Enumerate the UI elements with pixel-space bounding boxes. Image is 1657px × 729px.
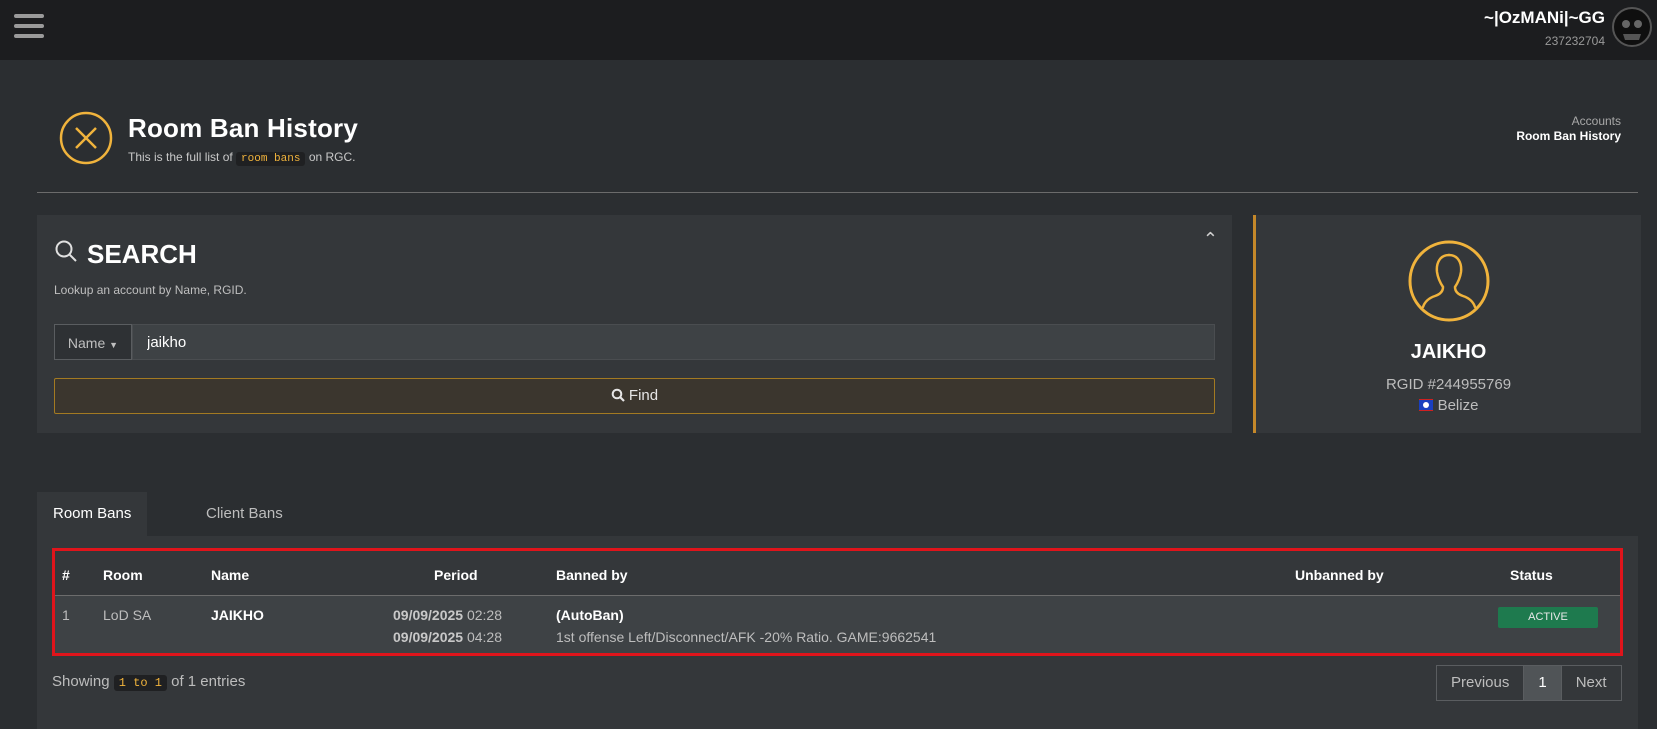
col-header-period[interactable]: Period xyxy=(434,567,478,583)
table-row[interactable]: 1 LoD SA JAIKHO 09/09/2025 02:28 09/09/2… xyxy=(55,596,1620,653)
search-description: Lookup an account by Name, RGID. xyxy=(54,283,247,297)
menu-icon[interactable] xyxy=(14,14,44,42)
row-number: 1 xyxy=(62,607,70,623)
belize-flag-icon xyxy=(1418,399,1433,411)
col-header-number[interactable]: # xyxy=(62,567,70,583)
page-1-button[interactable]: 1 xyxy=(1523,666,1562,700)
next-button[interactable]: Next xyxy=(1562,666,1621,700)
row-banned-by: (AutoBan) xyxy=(556,607,624,623)
user-id: 237232704 xyxy=(1544,34,1605,48)
row-period-end: 09/09/2025 04:28 xyxy=(393,629,502,645)
profile-country: Belize xyxy=(1256,397,1641,414)
subtitle-code: room bans xyxy=(236,152,306,166)
showing-suffix: of 1 entries xyxy=(171,673,246,690)
start-date: 09/09/2025 xyxy=(393,607,464,623)
username: ~|OzMANi|~GG xyxy=(1484,8,1605,27)
breadcrumb-accounts[interactable]: Accounts xyxy=(1516,114,1621,129)
ban-circle-x-icon xyxy=(59,111,113,165)
caret-down-icon: ▼ xyxy=(109,340,119,350)
search-panel: SEARCH ⌃ Lookup an account by Name, RGID… xyxy=(37,215,1232,433)
page-title: Room Ban History xyxy=(128,113,359,143)
col-header-name[interactable]: Name xyxy=(211,567,249,583)
profile-card: JAIKHO RGID #244955769 Belize xyxy=(1253,215,1641,433)
profile-name: JAIKHO xyxy=(1410,341,1487,363)
ban-table: # Room Name Period Banned by Unbanned by… xyxy=(52,548,1623,656)
search-type-label: Name xyxy=(67,335,106,351)
entries-info: Showing 1 to 1 of 1 entries xyxy=(52,673,246,691)
search-type-dropdown[interactable]: Name ▼ xyxy=(54,324,132,360)
divider xyxy=(37,192,1638,193)
col-header-status[interactable]: Status xyxy=(1510,567,1553,583)
col-header-room[interactable]: Room xyxy=(103,567,143,583)
subtitle-suffix: on RGC. xyxy=(308,150,356,164)
search-icon xyxy=(55,240,77,262)
top-bar: ~|OzMANi|~GG 237232704 xyxy=(0,0,1657,60)
row-period-start: 09/09/2025 02:28 xyxy=(393,607,502,623)
country-name: Belize xyxy=(1437,397,1479,414)
tab-client-bans[interactable]: Client Bans xyxy=(190,492,299,536)
start-time: 02:28 xyxy=(466,607,503,623)
end-date: 09/09/2025 xyxy=(393,629,464,645)
status-badge: ACTIVE xyxy=(1498,607,1598,628)
chevron-up-icon[interactable]: ⌃ xyxy=(1203,229,1218,250)
profile-rgid: RGID #244955769 xyxy=(1385,376,1512,393)
table-panel: # Room Name Period Banned by Unbanned by… xyxy=(37,536,1638,729)
previous-button[interactable]: Previous xyxy=(1437,666,1523,700)
row-room: LoD SA xyxy=(103,607,152,623)
breadcrumb: Accounts Room Ban History xyxy=(1516,114,1621,144)
find-button[interactable]: Find xyxy=(54,378,1215,414)
col-header-banned-by[interactable]: Banned by xyxy=(556,567,628,583)
col-header-unbanned-by[interactable]: Unbanned by xyxy=(1295,567,1384,583)
end-time: 04:28 xyxy=(466,629,503,645)
tabs: Room Bans Client Bans xyxy=(37,492,1638,536)
user-info[interactable]: ~|OzMANi|~GG 237232704 xyxy=(1484,8,1605,48)
find-button-label: Find xyxy=(628,387,659,404)
tab-room-bans[interactable]: Room Bans xyxy=(37,492,148,536)
user-silhouette-icon xyxy=(1408,240,1490,322)
row-ban-reason: 1st offense Left/Disconnect/AFK -20% Rat… xyxy=(556,629,937,645)
breadcrumb-current: Room Ban History xyxy=(1516,129,1621,143)
subtitle-prefix: This is the full list of xyxy=(128,150,233,164)
search-title: SEARCH xyxy=(87,239,197,269)
pagination: Previous 1 Next xyxy=(1436,665,1622,701)
search-icon xyxy=(611,388,625,402)
showing-prefix: Showing xyxy=(52,673,110,690)
search-input[interactable] xyxy=(132,324,1215,360)
row-name[interactable]: JAIKHO xyxy=(211,607,264,623)
page-subtitle: This is the full list of room bans on RG… xyxy=(128,150,356,166)
showing-range: 1 to 1 xyxy=(113,675,167,691)
user-avatar-icon[interactable] xyxy=(1611,6,1653,48)
